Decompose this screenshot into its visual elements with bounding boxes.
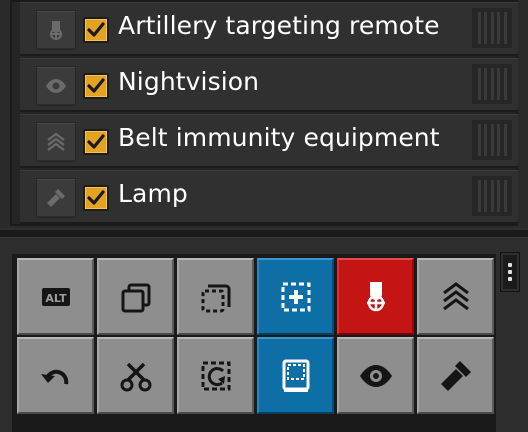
drag-handle[interactable] (472, 120, 512, 160)
undo-icon (40, 369, 68, 384)
equipment-shortcut-window: Artillery targeting remote Nightvision B… (0, 0, 528, 432)
nightvision-button[interactable] (337, 337, 414, 414)
alt-label: ALT (45, 292, 67, 305)
list-item-label: Nightvision (118, 67, 260, 96)
scroll-thumb[interactable] (503, 255, 517, 289)
deconstruct-icon (201, 361, 230, 390)
list-item-label: Belt immunity equipment (118, 123, 440, 152)
blueprint-book-icon (282, 359, 309, 392)
enable-checkbox-nightvision[interactable] (83, 73, 109, 99)
deconstruct-button[interactable] (177, 337, 254, 414)
list-item-belt-immunity: Belt immunity equipment (20, 114, 518, 168)
scissors-icon (120, 362, 151, 391)
artillery-remote-button[interactable] (337, 258, 414, 335)
enable-checkbox-artillery-remote[interactable] (83, 17, 109, 43)
belt-immunity-icon (442, 281, 469, 310)
blueprint-book-button[interactable] (257, 337, 334, 414)
scrollbar[interactable] (500, 252, 520, 292)
undo-button[interactable] (17, 337, 94, 414)
enable-checkbox-belt-immunity[interactable] (83, 129, 109, 155)
panel-divider (0, 228, 528, 238)
drag-handle[interactable] (472, 64, 512, 104)
cut-button[interactable] (97, 337, 174, 414)
paste-blueprint-icon (281, 282, 310, 311)
drag-handle[interactable] (472, 8, 512, 48)
lamp-button[interactable] (417, 337, 494, 414)
enable-checkbox-lamp[interactable] (83, 185, 109, 211)
eye-icon (359, 364, 392, 387)
artillery-remote-icon (366, 281, 385, 311)
list-item-lamp: Lamp (20, 170, 518, 224)
list-item-label: Lamp (118, 179, 188, 208)
cut-selection-button[interactable] (177, 258, 254, 335)
alt-mode-icon: ALT (41, 287, 70, 306)
belt-immunity-icon (36, 122, 76, 162)
flashlight-icon (36, 178, 76, 218)
copy-icon (121, 283, 150, 312)
paste-blueprint-button[interactable] (257, 258, 334, 335)
shortcut-bar-panel: ALT (0, 238, 528, 432)
cut-selection-icon (201, 284, 230, 312)
list-item-nightvision: Nightvision (20, 58, 518, 112)
copy-button[interactable] (97, 258, 174, 335)
eye-icon (36, 66, 76, 106)
equipment-list-panel: Artillery targeting remote Nightvision B… (10, 0, 518, 226)
drag-handle[interactable] (472, 176, 512, 216)
list-item-artillery-remote: Artillery targeting remote (20, 2, 518, 56)
flashlight-icon (440, 360, 471, 391)
list-item-label: Artillery targeting remote (118, 11, 440, 40)
belt-immunity-button[interactable] (417, 258, 494, 335)
artillery-remote-icon (36, 10, 76, 50)
alt-mode-button[interactable]: ALT (17, 258, 94, 335)
